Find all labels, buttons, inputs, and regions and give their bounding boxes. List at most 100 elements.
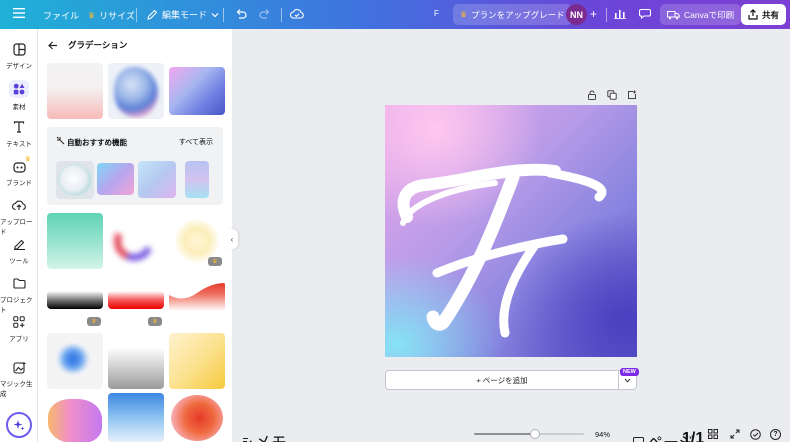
zoom-slider[interactable] (474, 429, 584, 439)
gradient-thumbnail[interactable] (108, 291, 164, 309)
divider (606, 8, 607, 22)
recommended-thumbnail[interactable] (185, 161, 209, 198)
share-button[interactable]: 共有 (741, 4, 787, 25)
rail-label: 素材 (12, 104, 26, 111)
rail-item-tools[interactable]: ツール (0, 236, 38, 265)
magic-sparkle-icon (56, 136, 65, 145)
gradient-thumbnail[interactable] (108, 347, 164, 389)
rail-item-text[interactable]: テキスト (0, 119, 38, 148)
hamburger-icon (13, 8, 25, 18)
gradient-blob (171, 395, 223, 441)
gradient-thumbnail[interactable] (108, 393, 164, 442)
elements-panel: グラデーション 自動おすすめ機能 すべて表示 ♛ ♛ ♛ (38, 29, 232, 442)
notes-button[interactable]: メモ (242, 429, 287, 442)
gradient-thumbnail[interactable] (47, 291, 103, 309)
recommended-thumbnail[interactable] (56, 161, 94, 199)
recommended-thumbnail[interactable] (138, 161, 176, 198)
menu-button[interactable] (13, 8, 25, 18)
help-button[interactable]: ? (770, 429, 781, 440)
folder-icon (11, 275, 27, 291)
redo-button[interactable] (259, 8, 271, 19)
recommendation-box: 自動おすすめ機能 すべて表示 (47, 127, 223, 205)
redo-icon (259, 9, 270, 19)
gradient-thumbnail[interactable] (47, 333, 103, 389)
pencil-icon (147, 9, 158, 20)
upload-icon (11, 197, 27, 213)
gradient-thumbnail[interactable] (169, 281, 225, 311)
upgrade-label: プランをアップグレード (471, 9, 565, 20)
rail-label: テキスト (6, 141, 32, 148)
notes-label: メモ (255, 429, 287, 442)
gradient-thumbnail[interactable] (47, 213, 103, 269)
rail-label: ブランド (6, 180, 32, 187)
cloud-save-button[interactable] (290, 8, 304, 19)
gradient-thumbnail[interactable] (169, 333, 225, 389)
collapse-panel-button[interactable]: ‹ (226, 229, 238, 249)
pen-tool-icon (11, 236, 27, 252)
insights-button[interactable] (614, 8, 626, 19)
lock-icon[interactable] (587, 90, 597, 100)
add-collaborator-button[interactable]: + (590, 7, 597, 21)
gradient-thumbnail[interactable] (47, 63, 103, 119)
upgrade-button[interactable]: ♛ プランをアップグレード (453, 4, 572, 25)
gradient-thumbnail[interactable] (108, 63, 164, 119)
zoom-value: 94% (595, 430, 611, 439)
gradient-thumbnail[interactable] (169, 393, 225, 442)
rail-label: デザイン (6, 63, 32, 70)
rail-label: プロジェクト (0, 297, 33, 314)
edit-mode-label: 編集モード (162, 10, 208, 20)
edit-mode-button[interactable]: 編集モード (147, 8, 219, 21)
gradient-thumbnail[interactable] (169, 67, 225, 115)
chevron-down-icon (624, 378, 631, 383)
comments-button[interactable] (639, 8, 651, 19)
fullscreen-button[interactable] (730, 429, 740, 439)
grid-view-button[interactable] (708, 429, 718, 439)
print-button[interactable]: Canvaで印刷 (660, 4, 742, 25)
chevron-down-icon (211, 12, 219, 17)
help-label: ? (773, 431, 778, 438)
rail-item-brand[interactable]: ♛ ブランド (0, 156, 38, 187)
check-button[interactable] (750, 429, 761, 440)
resize-button[interactable]: ♛ リサイズ (88, 9, 135, 22)
truck-icon (667, 10, 680, 19)
rail-item-projects[interactable]: プロジェクト (0, 275, 38, 314)
rail-item-apps[interactable]: アプリ (0, 314, 38, 343)
undo-button[interactable] (235, 8, 247, 19)
add-page-button[interactable]: + ページを追加 (385, 370, 637, 390)
rail-label: アプリ (9, 336, 29, 343)
duplicate-icon[interactable] (607, 90, 617, 100)
gradient-thumbnail[interactable]: ♛ (169, 213, 225, 269)
brand-icon: ♛ (11, 156, 31, 174)
document-title[interactable]: F (434, 9, 439, 18)
rail-item-design[interactable]: デザイン (0, 41, 38, 70)
premium-badge: ♛ (148, 317, 162, 326)
share-label: 共有 (762, 9, 780, 20)
crown-icon: ♛ (24, 156, 31, 163)
gradient-blob (114, 67, 158, 117)
back-arrow-icon[interactable] (48, 41, 58, 50)
apps-icon (11, 314, 27, 330)
rail-item-upload[interactable]: アップロード (0, 197, 38, 236)
zoom-level[interactable]: 94% (595, 430, 610, 439)
rail-item-elements[interactable]: 素材 (0, 80, 38, 111)
magic-assistant-button[interactable] (6, 412, 32, 438)
gradient-thumbnail[interactable] (47, 397, 103, 442)
rail-item-magic-media[interactable]: マジック生成 (0, 359, 38, 398)
file-menu[interactable]: ファイル (43, 9, 79, 22)
divider (281, 8, 282, 22)
avatar[interactable]: NN (566, 4, 587, 25)
add-page-icon[interactable] (627, 90, 637, 100)
elements-icon (9, 80, 29, 98)
page-count-value: 1/1 (682, 430, 705, 442)
gradient-thumbnail[interactable] (108, 213, 164, 269)
zoom-slider-handle[interactable] (529, 429, 540, 439)
gradient-blob (57, 345, 89, 373)
design-page[interactable] (385, 105, 637, 357)
see-all-link[interactable]: すべて表示 (179, 137, 213, 147)
add-page-label: + ページを追加 (476, 375, 528, 385)
recommended-thumbnail[interactable] (97, 163, 134, 195)
gradient-blob (58, 164, 92, 196)
gradient-cloud (48, 399, 102, 442)
doc-initial: F (434, 9, 439, 18)
rail-label: マジック生成 (0, 381, 33, 398)
